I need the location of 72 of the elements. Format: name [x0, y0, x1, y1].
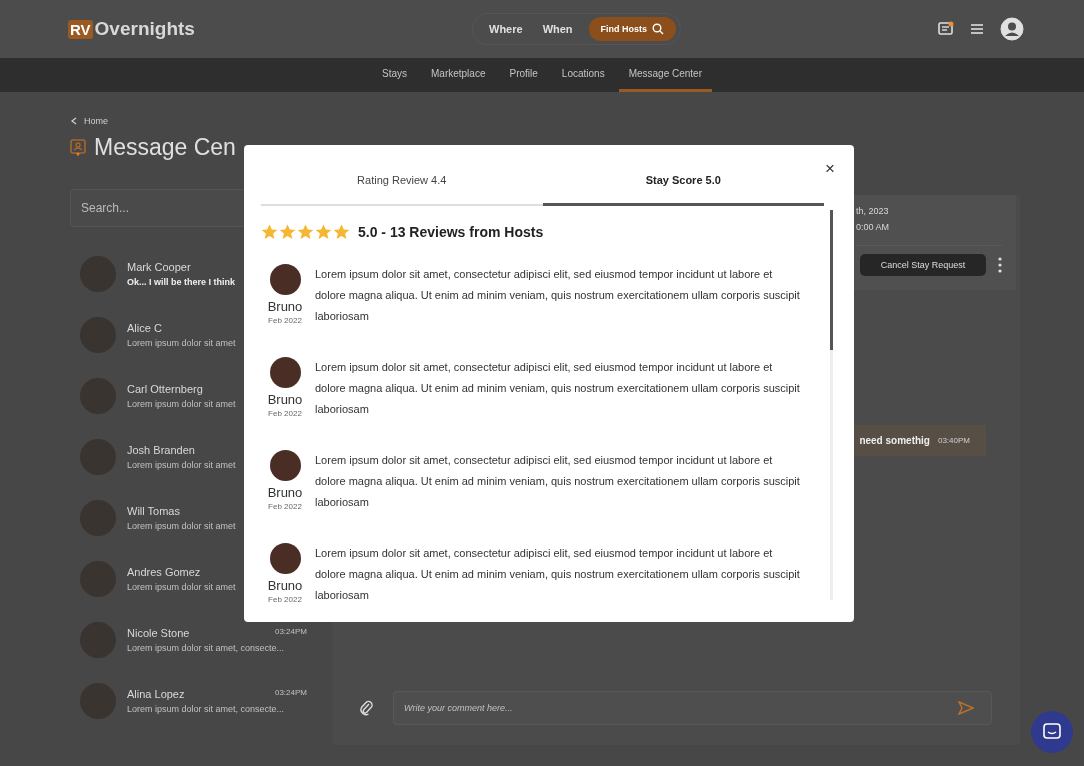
- logo-text[interactable]: Overnights: [94, 18, 195, 40]
- reviewer-name: Bruno: [267, 392, 303, 407]
- review-text: Lorem ipsum dolor sit amet, consectetur adipisci elit, sed eiusmod tempor incidunt ut labore et dolore magna aliqua. Ut enim ad minim veniam, quis nostrum exercitationem ullam corporis suscipit laboriosam: [315, 546, 801, 603]
- contact-name: Carl Otternberg: [127, 382, 203, 395]
- avatar-photo: [269, 357, 301, 388]
- message-preview: Lorem ipsum dolor sit amet, consecte...: [127, 703, 285, 714]
- find-hosts-button[interactable]: Find Hosts: [588, 17, 677, 41]
- user-avatar-icon[interactable]: [1000, 17, 1024, 41]
- where-field[interactable]: Where: [485, 23, 527, 35]
- review-summary: 5.0 - 13 Reviews from Hosts: [358, 224, 544, 240]
- message-preview: Ok... I will be there I think: [127, 276, 236, 287]
- message-preview: Lorem ipsum dolor sit amet: [127, 520, 236, 531]
- review-date: Feb 2022: [268, 316, 302, 325]
- nav-tab[interactable]: Profile: [499, 58, 548, 92]
- message-badge-icon: [70, 138, 86, 157]
- contact-name: Nicole Stone: [127, 626, 190, 639]
- logo-badge[interactable]: RV: [68, 19, 93, 39]
- star-icon: [333, 224, 350, 240]
- message-time: 03:40PM: [937, 436, 970, 445]
- review-text: Lorem ipsum dolor sit amet, consectetur adipisci elit, sed eiusmod tempor incidunt ut labore et dolore magna aliqua. Ut enim ad minim veniam, quis nostrum exercitationem ullam corporis suscipit laboriosam: [315, 360, 801, 417]
- reviewer-name: Bruno: [267, 299, 303, 314]
- page-title: Message Cen: [94, 134, 236, 161]
- when-field[interactable]: When: [538, 23, 577, 35]
- chat-widget-button[interactable]: [1031, 711, 1073, 753]
- star-icon: [315, 224, 332, 240]
- chat-bubble-icon: [1043, 723, 1061, 741]
- close-button[interactable]: ×: [823, 159, 837, 179]
- contact-name: Andres Gomez: [127, 565, 201, 578]
- star-icon: [261, 224, 278, 240]
- nav-tab[interactable]: Marketplace: [421, 58, 496, 92]
- conversation-item[interactable]: Alina Lopez 03:24PM Lorem ipsum dolor sit amet, consecte...: [70, 670, 333, 731]
- nav-tab[interactable]: Stays: [372, 58, 417, 92]
- cancel-stay-button[interactable]: Cancel Stay Request: [860, 254, 986, 276]
- review-text: Lorem ipsum dolor sit amet, consectetur adipisci elit, sed eiusmod tempor incidunt ut labore et dolore magna aliqua. Ut enim ad minim veniam, quis nostrum exercitationem ullam corporis suscipit laboriosam: [315, 453, 801, 510]
- contact-name: Mark Cooper: [127, 260, 191, 273]
- nav-tab[interactable]: Locations: [551, 58, 615, 92]
- reviewer-name: Bruno: [267, 485, 303, 500]
- stay-date: th, 2023: [856, 205, 890, 218]
- contact-name: Josh Branden: [127, 443, 195, 456]
- avatar-photo: [269, 264, 301, 295]
- message-time: 03:24PM: [274, 687, 307, 699]
- chat-icon[interactable]: [938, 21, 954, 37]
- message-text: need somethig: [859, 435, 930, 446]
- star-icon: [279, 224, 296, 240]
- nav-tab[interactable]: Message Center: [618, 58, 712, 92]
- review-text: Lorem ipsum dolor sit amet, consectetur adipisci elit, sed eiusmod tempor incidunt ut labore et dolore magna aliqua. Ut enim ad minim veniam, quis nostrum exercitationem ullam corporis suscipit laboriosam: [315, 267, 801, 324]
- message-time: 03:24PM: [274, 626, 307, 638]
- review-date: Feb 2022: [268, 502, 302, 511]
- message-preview: Lorem ipsum dolor sit amet: [127, 337, 236, 348]
- stay-time: 0:00 AM: [856, 221, 891, 234]
- avatar-photo: [269, 450, 301, 481]
- search-icon: [652, 23, 665, 35]
- review-date: Feb 2022: [268, 409, 302, 418]
- comment-field[interactable]: Write your comment here...: [393, 691, 992, 725]
- message-preview: Lorem ipsum dolor sit amet: [127, 398, 236, 409]
- contact-name: Alice C: [127, 321, 162, 334]
- reviewer-name: Bruno: [267, 578, 303, 593]
- message-preview: Lorem ipsum dolor sit amet, consecte...: [127, 642, 285, 653]
- paperclip-icon[interactable]: [359, 700, 373, 716]
- avatar-photo: [269, 543, 301, 574]
- conversation-item[interactable]: Nicole Stone 03:24PM Lorem ipsum dolor sit amet, consecte...: [70, 609, 333, 670]
- message-preview: Lorem ipsum dolor sit amet: [127, 581, 236, 592]
- contact-name: Will Tomas: [127, 504, 180, 517]
- menu-icon[interactable]: [970, 23, 984, 35]
- more-options-icon[interactable]: [998, 257, 1002, 273]
- dialog-tab[interactable]: Stay Score 5.0: [542, 156, 824, 206]
- message-preview: Lorem ipsum dolor sit amet: [127, 459, 236, 470]
- review-date: Feb 2022: [268, 595, 302, 604]
- star-icon: [297, 224, 314, 240]
- scrollbar-thumb[interactable]: [830, 210, 833, 350]
- breadcrumb-link[interactable]: Home: [84, 116, 108, 126]
- contact-name: Alina Lopez: [127, 687, 185, 700]
